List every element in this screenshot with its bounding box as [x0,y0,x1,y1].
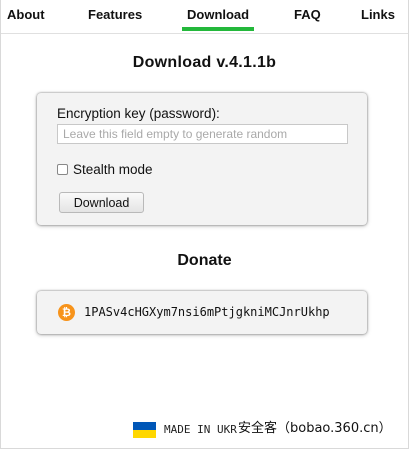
ukraine-flag-icon [133,422,156,438]
encryption-key-input[interactable] [57,124,348,144]
encryption-key-label: Encryption key (password): [57,106,220,121]
download-button[interactable]: Download [59,192,144,213]
top-nav: About Features Download FAQ Links [1,0,408,34]
page: About Features Download FAQ Links Downlo… [0,0,409,449]
nav-item-download[interactable]: Download [182,0,255,33]
stealth-mode-checkbox[interactable] [57,163,68,175]
bitcoin-icon: ₿ [58,304,75,321]
donate-title: Donate [177,252,232,269]
donate-address-card: ₿ 1PASv4cHGXym7nsi6mPtjgkniMCJnrUkhp [37,291,367,334]
download-card: Encryption key (password): Stealth mode … [37,93,367,225]
stealth-mode-label: Stealth mode [73,161,153,177]
stealth-mode-toggle[interactable]: Stealth mode [57,161,153,177]
nav-item-links[interactable]: Links [361,0,395,33]
download-title: Download v.4.1.1b [132,54,277,71]
nav-item-faq[interactable]: FAQ [294,0,321,33]
flag-stripe-blue [133,422,156,430]
watermark-text: 安全客（bobao.360.cn） [238,421,392,436]
made-in-label: MADE IN UKR [164,423,237,436]
flag-stripe-yellow [133,430,156,438]
bitcoin-address[interactable]: 1PASv4cHGXym7nsi6mPtjgkniMCJnrUkhp [84,304,330,321]
nav-item-features[interactable]: Features [88,0,142,33]
nav-item-about[interactable]: About [7,0,45,33]
